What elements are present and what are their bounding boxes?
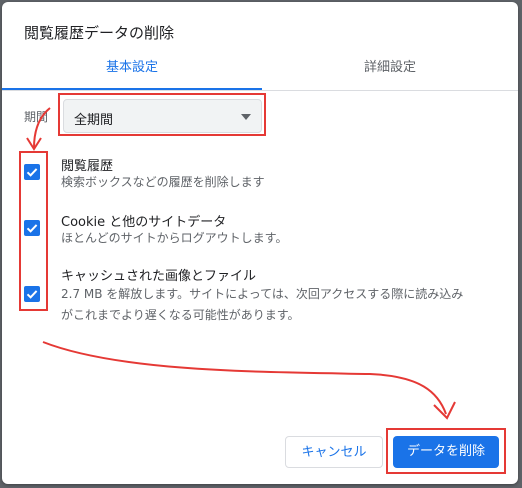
cancel-button[interactable]: キャンセル [285, 436, 383, 468]
tabs-divider [2, 90, 518, 91]
checkbox-cached-images[interactable] [24, 286, 40, 302]
clear-data-button[interactable]: データを削除 [393, 436, 499, 468]
cache-title: キャッシュされた画像とファイル [61, 269, 257, 284]
tab-basic-label: 基本設定 [105, 60, 158, 75]
checkbox-cookies[interactable] [24, 220, 40, 236]
time-range-value: 全期間 [74, 113, 114, 128]
check-icon [26, 168, 38, 177]
checkbox-browsing-history[interactable] [24, 164, 40, 180]
tab-basic[interactable]: 基本設定 [2, 50, 262, 90]
clear-browsing-data-dialog: 閲覧履歴データの削除 基本設定 詳細設定 期間 全期間 閲覧履歴 検索ボックスな… [2, 2, 518, 484]
dropdown-arrow-icon [241, 114, 251, 120]
cookies-desc: ほとんどのサイトからログアウトします。 [61, 231, 288, 245]
tab-bar: 基本設定 詳細設定 [2, 50, 518, 90]
check-icon [26, 224, 38, 233]
check-icon [26, 290, 38, 299]
tab-advanced-label: 詳細設定 [363, 60, 416, 75]
browsing-history-desc: 検索ボックスなどの履歴を削除します [61, 175, 265, 189]
tab-advanced[interactable]: 詳細設定 [262, 50, 518, 90]
time-range-select[interactable]: 全期間 [63, 99, 262, 133]
cache-desc-line1: 2.7 MB を解放します。サイトによっては、次回アクセスする際に読み込み [61, 287, 464, 301]
dialog-title: 閲覧履歴データの削除 [24, 24, 175, 42]
cache-desc-line2: がこれまでより遅くなる可能性があります。 [61, 308, 300, 322]
time-range-label: 期間 [24, 110, 49, 124]
